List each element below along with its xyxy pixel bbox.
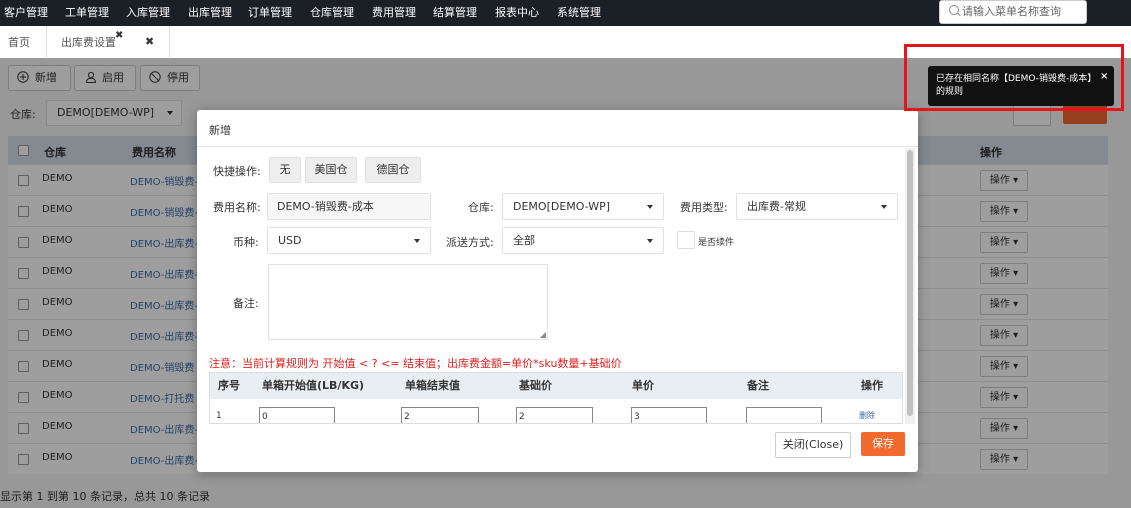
- quick-none-button[interactable]: 无: [269, 157, 301, 183]
- rule-start-input[interactable]: 0: [259, 407, 335, 423]
- rule-delete-link[interactable]: 删除: [859, 410, 875, 421]
- chevron-down-icon: [881, 205, 887, 209]
- rule-price-input[interactable]: 3: [631, 407, 707, 423]
- rule-col-remark: 备注: [747, 379, 769, 392]
- rule-col-index: 序号: [218, 379, 240, 392]
- tab-close-icon[interactable]: ✖: [115, 30, 123, 41]
- rule-end-value: 2: [404, 412, 410, 422]
- rule-remark-input[interactable]: [746, 407, 822, 423]
- delivery-method-label: 派送方式:: [446, 236, 494, 249]
- chevron-down-icon: [647, 239, 653, 243]
- modal-scrollbar-thumb[interactable]: [907, 150, 913, 416]
- modal-title-divider: [197, 146, 918, 147]
- close-button[interactable]: 关闭(Close): [775, 432, 851, 458]
- nav-item-orders[interactable]: 订单管理: [248, 4, 292, 20]
- nav-item-outbound[interactable]: 出库管理: [188, 4, 232, 20]
- currency-value: USD: [278, 234, 302, 247]
- rule-base-value: 2: [519, 412, 525, 422]
- rule-col-price: 单价: [632, 379, 654, 392]
- nav-item-system[interactable]: 系统管理: [557, 4, 601, 20]
- search-icon: [949, 5, 959, 15]
- rule-base-input[interactable]: 2: [516, 407, 593, 423]
- menu-search-input[interactable]: [962, 3, 1080, 19]
- nav-item-workorder[interactable]: 工单管理: [65, 4, 109, 20]
- calculation-note: 注意：当前计算规则为 开始值 < ? <= 结束值；出库费金额=单价*sku数量…: [209, 357, 622, 370]
- modal-warehouse-label: 仓库:: [468, 201, 494, 214]
- top-nav-bar: 客户管理 工单管理 入库管理 出库管理 订单管理 仓库管理 费用管理 结算管理 …: [0, 0, 1131, 26]
- remark-textarea[interactable]: ◢: [268, 264, 548, 340]
- fee-name-value: DEMO-销毁费-成本: [277, 200, 374, 213]
- continued-checkbox[interactable]: [677, 231, 695, 249]
- nav-item-warehouse[interactable]: 仓库管理: [310, 4, 354, 20]
- remark-label: 备注:: [233, 297, 259, 310]
- chevron-down-icon: [647, 205, 653, 209]
- chevron-down-icon: [414, 239, 420, 243]
- modal-warehouse-value: DEMO[DEMO-WP]: [513, 200, 611, 213]
- nav-item-settlement[interactable]: 结算管理: [433, 4, 477, 20]
- rule-price-value: 3: [634, 412, 640, 422]
- fee-type-select[interactable]: 出库费-常规: [736, 193, 898, 220]
- rule-col-end: 单箱结束值: [405, 379, 460, 392]
- add-fee-modal: 新增 快捷操作: 无 美国仓 德国仓 费用名称: DEMO-销毁费-成本 仓库:…: [197, 110, 918, 472]
- quick-de-warehouse-button[interactable]: 德国仓: [365, 157, 421, 183]
- rule-col-start: 单箱开始值(LB/KG): [262, 379, 365, 392]
- rule-end-input[interactable]: 2: [401, 407, 479, 423]
- menu-search: [939, 0, 1087, 24]
- tab-current-label[interactable]: 出库费设置: [61, 26, 116, 58]
- rule-col-action: 操作: [861, 379, 883, 392]
- delivery-method-select[interactable]: 全部: [502, 227, 664, 254]
- highlight-box: [904, 44, 1124, 111]
- rule-col-base: 基础价: [519, 379, 552, 392]
- tab-home[interactable]: 首页: [8, 26, 30, 58]
- delivery-method-value: 全部: [513, 234, 535, 247]
- nav-item-inbound[interactable]: 入库管理: [126, 4, 170, 20]
- quick-action-label: 快捷操作:: [213, 165, 261, 178]
- fee-name-label: 费用名称:: [213, 201, 261, 214]
- fee-type-value: 出库费-常规: [747, 200, 806, 213]
- fee-type-label: 费用类型:: [680, 201, 728, 214]
- save-button[interactable]: 保存: [861, 432, 905, 456]
- rule-row-index: 1: [216, 411, 222, 421]
- modal-scrollbar[interactable]: [905, 148, 915, 424]
- nav-item-reports[interactable]: 报表中心: [495, 4, 539, 20]
- modal-title: 新增: [209, 124, 231, 137]
- fee-name-input[interactable]: DEMO-销毁费-成本: [267, 193, 431, 220]
- close-all-tabs-icon[interactable]: ✖: [145, 35, 154, 48]
- quick-us-warehouse-button[interactable]: 美国仓: [305, 157, 357, 183]
- nav-item-customer[interactable]: 客户管理: [4, 4, 48, 20]
- continued-label: 是否续件: [698, 238, 735, 248]
- currency-select[interactable]: USD: [267, 227, 431, 254]
- currency-label: 币种:: [233, 236, 259, 249]
- nav-item-fees[interactable]: 费用管理: [372, 4, 416, 20]
- rule-start-value: 0: [262, 412, 268, 422]
- resize-handle-icon[interactable]: ◢: [540, 331, 546, 339]
- rule-table: 序号 单箱开始值(LB/KG) 单箱结束值 基础价 单价 备注 操作 1 0 2…: [209, 372, 903, 424]
- modal-warehouse-select[interactable]: DEMO[DEMO-WP]: [502, 193, 664, 220]
